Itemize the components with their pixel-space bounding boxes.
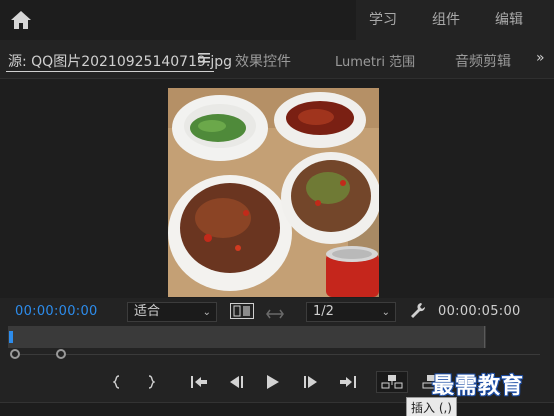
- wrench-icon[interactable]: [410, 302, 426, 324]
- preview-image: [168, 88, 379, 297]
- bottom-panel-edge: [0, 402, 554, 416]
- panel-tab-bar: 源: QQ图片20210925140719.jpg 效果控件 Lumetri 范…: [0, 40, 554, 78]
- playhead-timecode[interactable]: 00:00:00:00: [15, 304, 98, 319]
- zoom-handle-right[interactable]: [56, 349, 66, 359]
- tab-lumetri-scopes[interactable]: Lumetri 范围: [335, 51, 415, 70]
- chevron-down-icon: ⌄: [381, 307, 390, 318]
- chevron-down-icon: ⌄: [202, 307, 211, 318]
- monitor-controls-row: 00:00:00:00 适合 ⌄ 1/2 ⌄ 00:00:05:00: [0, 300, 554, 324]
- active-tab-underline: [6, 71, 214, 72]
- tab-effect-controls[interactable]: 效果控件: [235, 51, 291, 71]
- workspace-bar: 学习 组件 编辑: [0, 0, 554, 40]
- workspace-tab-learning[interactable]: 学习: [356, 0, 410, 40]
- drag-video-icon[interactable]: [266, 305, 284, 324]
- playback-resolution-value: 1/2: [313, 304, 334, 319]
- zoom-scrollbar[interactable]: [14, 354, 540, 355]
- playback-resolution-select[interactable]: 1/2 ⌄: [306, 302, 396, 322]
- mark-out-icon[interactable]: [144, 371, 158, 393]
- insert-tooltip: 插入 (,): [406, 397, 457, 416]
- ruler-end-marker: [484, 326, 485, 348]
- safe-margins-icon[interactable]: [230, 303, 254, 323]
- zoom-level-value: 适合: [134, 304, 161, 319]
- more-panels-icon[interactable]: »: [536, 50, 545, 66]
- home-icon[interactable]: [8, 7, 34, 33]
- duration-timecode: 00:00:05:00: [438, 304, 521, 319]
- step-forward-icon[interactable]: [303, 371, 319, 393]
- workspace-tab-editing[interactable]: 编辑: [473, 0, 536, 40]
- zoom-level-select[interactable]: 适合 ⌄: [127, 302, 217, 322]
- mark-in-icon[interactable]: [110, 371, 124, 393]
- insert-button[interactable]: [376, 371, 408, 393]
- panel-menu-icon[interactable]: [198, 53, 210, 63]
- time-ruler[interactable]: [8, 326, 486, 348]
- play-icon[interactable]: [265, 371, 281, 393]
- workspace-tab-assembly[interactable]: 组件: [410, 0, 473, 40]
- zoom-handle-left[interactable]: [10, 349, 20, 359]
- source-monitor: [0, 79, 554, 298]
- step-back-icon[interactable]: [228, 371, 244, 393]
- go-to-out-icon[interactable]: [339, 371, 357, 393]
- go-to-in-icon[interactable]: [190, 371, 208, 393]
- insert-icon: [381, 375, 403, 389]
- playhead[interactable]: [9, 331, 13, 343]
- workspace-tabs: 学习 组件 编辑: [356, 0, 554, 40]
- watermark-logo: 最需教育: [432, 373, 525, 399]
- tab-audio-clip-mixer[interactable]: 音频剪辑: [455, 51, 511, 71]
